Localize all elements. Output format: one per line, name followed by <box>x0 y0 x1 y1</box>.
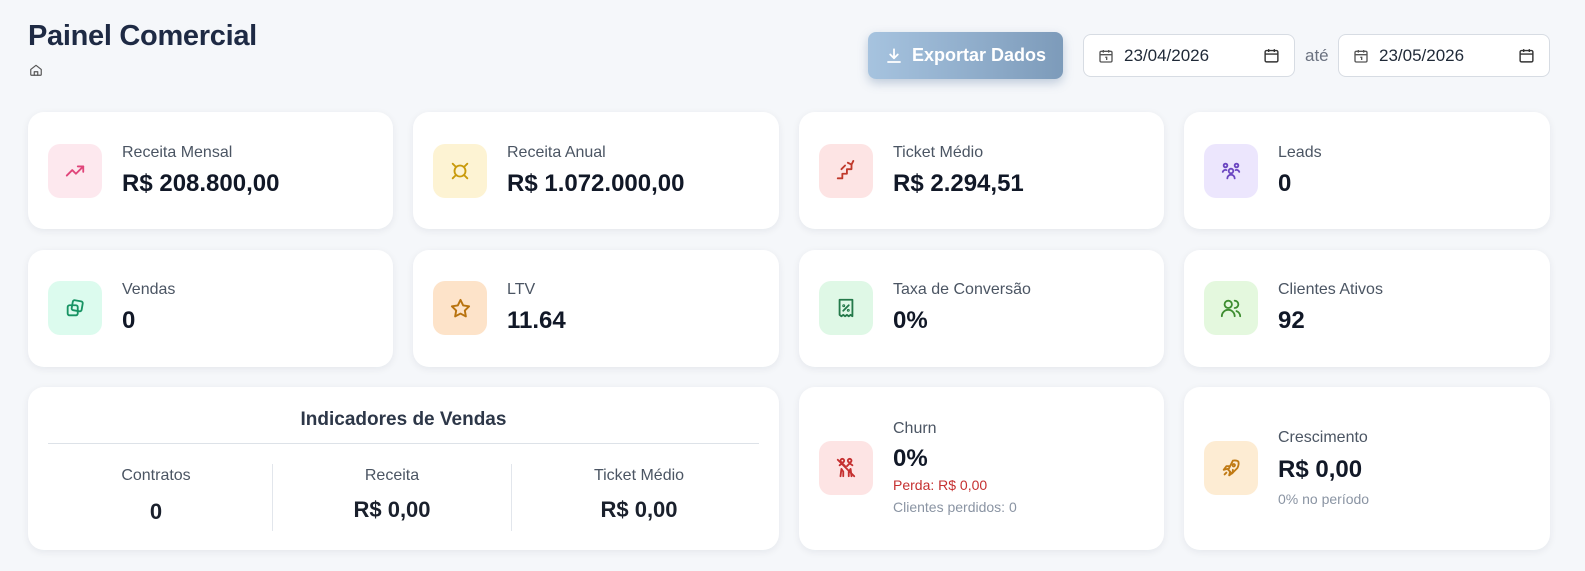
kpi-value: R$ 2.294,51 <box>893 170 1024 197</box>
date-from-input[interactable]: 23/04/2026 <box>1083 34 1295 77</box>
indicator-label: Contratos <box>121 467 191 484</box>
download-icon <box>887 47 901 63</box>
kpi-value: R$ 208.800,00 <box>122 170 280 197</box>
indicator-value: R$ 0,00 <box>353 497 431 522</box>
users-icon <box>1204 281 1258 335</box>
date-to-input[interactable]: 23/05/2026 <box>1338 34 1550 77</box>
divider <box>272 464 273 531</box>
divider <box>48 443 759 444</box>
home-icon[interactable] <box>29 63 43 77</box>
churn-label: Churn <box>893 420 937 437</box>
kpi-card-ltv: LTV 11.64 <box>413 250 779 367</box>
growth-card: Crescimento R$ 0,00 0% no período <box>1184 387 1550 550</box>
churn-card: Churn 0% Perda: R$ 0,00 Clientes perdido… <box>799 387 1164 550</box>
indicator-label: Ticket Médio <box>593 467 685 484</box>
kpi-card-ticket-medio: Ticket Médio R$ 2.294,51 <box>799 112 1164 229</box>
churn-lost-clients: Clientes perdidos: 0 <box>893 499 1017 515</box>
calendar-picker-icon[interactable] <box>1263 47 1280 64</box>
users-group-icon <box>1204 144 1258 198</box>
export-label: Exportar Dados <box>911 45 1047 65</box>
kpi-value: 0 <box>1278 170 1292 197</box>
kpi-value: 92 <box>1278 307 1305 334</box>
kpi-card-leads: Leads 0 <box>1184 112 1550 229</box>
kpi-label: Receita Anual <box>507 144 606 161</box>
indicator-label: Receita <box>364 467 420 484</box>
people-leaving-icon <box>819 441 873 495</box>
indicators-title: Indicadores de Vendas <box>300 409 507 430</box>
kpi-card-taxa-conversao: Taxa de Conversão 0% <box>799 250 1164 367</box>
kpi-label: Clientes Ativos <box>1278 281 1383 298</box>
kpi-value: 0% <box>893 307 928 334</box>
growth-value: R$ 0,00 <box>1278 456 1363 483</box>
export-data-button[interactable]: Exportar Dados <box>868 32 1063 79</box>
calendar-icon <box>1099 49 1113 63</box>
kpi-card-receita-mensal: Receita Mensal R$ 208.800,00 <box>28 112 393 229</box>
star-icon <box>433 281 487 335</box>
sales-indicators-card: Indicadores de Vendas Contratos 0 Receit… <box>28 387 779 550</box>
calendar-picker-icon[interactable] <box>1518 47 1535 64</box>
kpi-label: Vendas <box>122 281 176 298</box>
stairs-up-icon <box>819 144 873 198</box>
growth-period: 0% no período <box>1278 491 1370 507</box>
indicator-receita: Receita R$ 0,00 <box>292 467 492 523</box>
indicator-ticket-medio: Ticket Médio R$ 0,00 <box>539 467 739 523</box>
receipt-percent-icon <box>819 281 873 335</box>
rocket-icon <box>1204 441 1258 495</box>
kpi-label: Ticket Médio <box>893 144 984 161</box>
currency-icon <box>433 144 487 198</box>
kpi-label: Receita Mensal <box>122 144 233 161</box>
indicator-contratos: Contratos 0 <box>56 467 256 525</box>
squares-icon <box>48 281 102 335</box>
date-from-value: 23/04/2026 <box>1124 45 1210 65</box>
kpi-card-vendas: Vendas 0 <box>28 250 393 367</box>
page-title: Painel Comercial <box>28 20 257 52</box>
divider <box>511 464 512 531</box>
kpi-value: 11.64 <box>507 307 566 334</box>
trending-up-icon <box>48 144 102 198</box>
kpi-label: Taxa de Conversão <box>893 281 1031 298</box>
growth-label: Crescimento <box>1278 429 1368 446</box>
kpi-value: 0 <box>122 307 136 334</box>
kpi-label: Leads <box>1278 144 1322 161</box>
date-separator: até <box>1305 46 1329 65</box>
date-to-value: 23/05/2026 <box>1379 45 1465 65</box>
kpi-label: LTV <box>507 281 536 298</box>
indicator-value: 0 <box>149 499 163 524</box>
calendar-icon <box>1354 49 1368 63</box>
kpi-value: R$ 1.072.000,00 <box>507 170 685 197</box>
churn-value: 0% <box>893 445 928 472</box>
kpi-card-clientes-ativos: Clientes Ativos 92 <box>1184 250 1550 367</box>
kpi-card-receita-anual: Receita Anual R$ 1.072.000,00 <box>413 112 779 229</box>
indicator-value: R$ 0,00 <box>600 497 678 522</box>
churn-loss: Perda: R$ 0,00 <box>893 477 988 493</box>
